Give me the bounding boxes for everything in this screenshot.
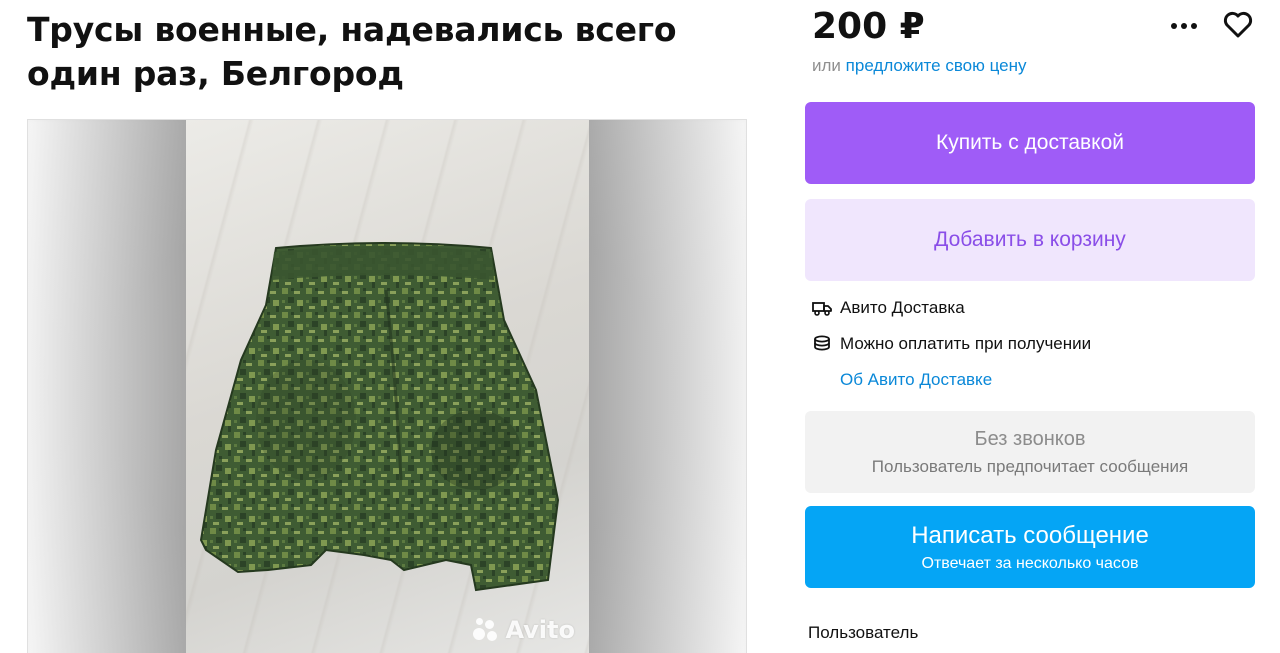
buy-button-label: Купить с доставкой <box>935 131 1125 154</box>
no-calls-subtitle: Пользователь предпочитает сообщения <box>871 456 1189 476</box>
gallery-blur-right <box>586 120 746 653</box>
message-button-title: Написать сообщение <box>911 521 1149 549</box>
write-message-button[interactable]: Написать сообщение Отвечает за несколько… <box>805 506 1255 588</box>
no-calls-notice: Без звонков Пользователь предпочитает со… <box>805 411 1255 493</box>
coins-icon <box>812 335 832 353</box>
truck-icon <box>812 299 832 317</box>
pay-on-receipt-text: Можно оплатить при получении <box>840 334 1092 353</box>
camo-shorts-image <box>199 242 560 592</box>
offer-prefix: или <box>812 56 841 75</box>
watermark-text: Avito <box>505 616 575 644</box>
add-to-cart-button[interactable]: Добавить в корзину <box>805 199 1255 281</box>
seller-name[interactable]: Пользователь <box>808 623 918 643</box>
listing-photo[interactable] <box>186 120 589 653</box>
more-dots-icon[interactable] <box>1168 14 1200 38</box>
about-avito-delivery-link[interactable]: Об Авито Доставке <box>840 370 992 390</box>
gallery-blur-left <box>28 120 188 653</box>
offer-price-link[interactable]: предложите свою цену <box>846 56 1027 75</box>
no-calls-title: Без звонков <box>974 427 1086 450</box>
offer-price-line: или предложите свою цену <box>812 56 1027 76</box>
avito-logo-icon <box>473 618 501 642</box>
avito-watermark: Avito <box>473 616 575 644</box>
cart-button-label: Добавить в корзину <box>934 228 1126 251</box>
avito-delivery-text: Авито Доставка <box>840 298 965 317</box>
message-button-subtitle: Отвечает за несколько часов <box>921 554 1139 572</box>
photo-gallery[interactable]: Avito <box>27 119 747 653</box>
listing-title: Трусы военные, надевались всего один раз… <box>27 10 677 93</box>
heart-icon[interactable] <box>1222 8 1254 40</box>
pay-on-receipt-row: Можно оплатить при получении <box>812 334 1091 354</box>
price: 200 ₽ <box>812 6 925 47</box>
buy-with-delivery-button[interactable]: Купить с доставкой <box>805 102 1255 184</box>
avito-delivery-row: Авито Доставка <box>812 298 965 318</box>
